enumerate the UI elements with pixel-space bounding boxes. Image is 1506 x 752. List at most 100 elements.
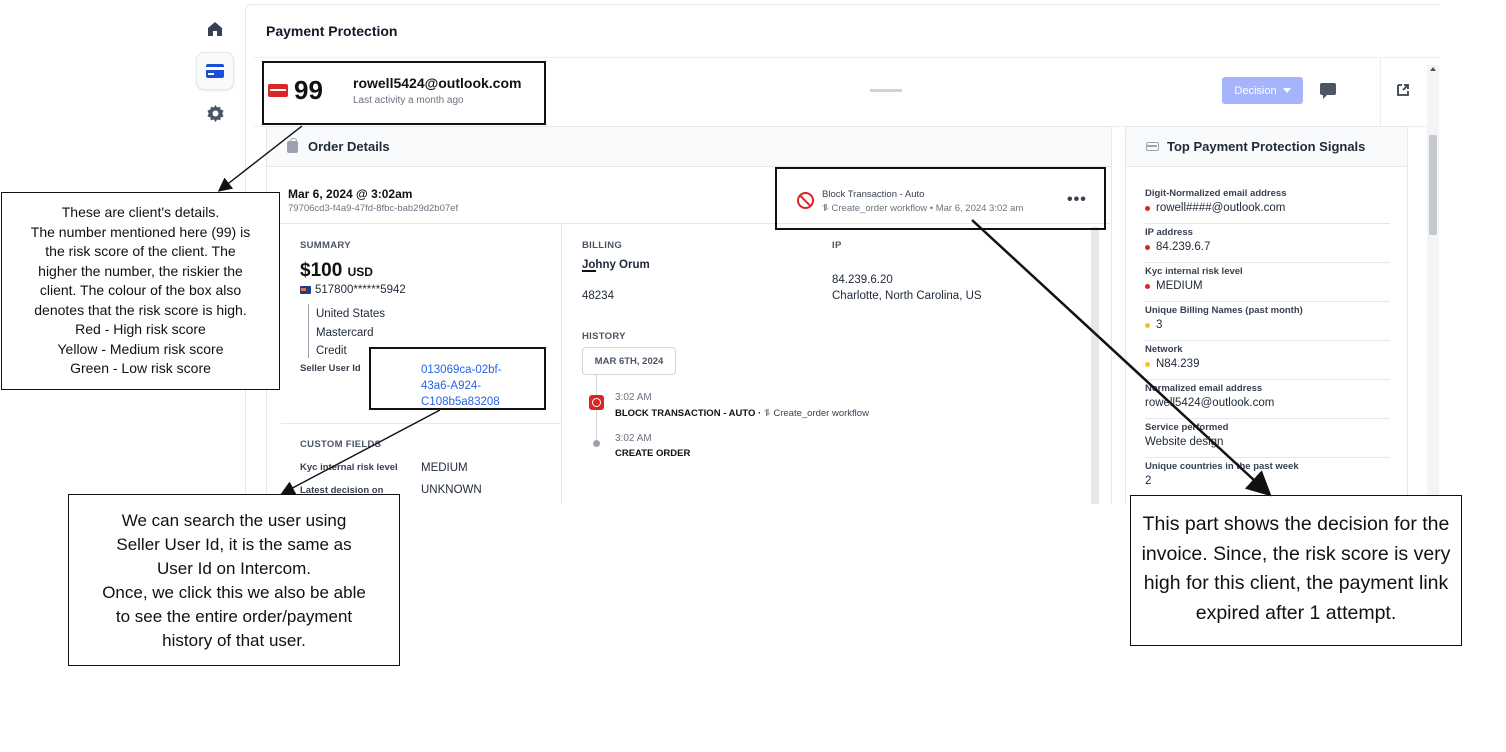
signals-panel: Top Payment Protection Signals Digit-Nor… (1125, 126, 1408, 504)
client-details-note: These are client's details. The number m… (1, 192, 280, 390)
note-line: These are client's details. (61, 204, 220, 220)
risk-dot-icon (1145, 322, 1150, 328)
signal-value-row: N84.239 (1145, 358, 1390, 370)
risk-dot-icon (1145, 361, 1150, 367)
note-line: Green - Low risk score (70, 360, 211, 376)
history-date-chip: MAR 6TH, 2024 (582, 347, 676, 375)
signals-title: Top Payment Protection Signals (1167, 139, 1366, 154)
note-line: history of that user. (162, 631, 306, 650)
card-icon (206, 64, 224, 78)
signal-label: Network (1145, 344, 1183, 355)
signal-row: Normalized email address rowell5424@outlo… (1145, 380, 1390, 419)
billing-zip: 48234 (582, 290, 614, 302)
signal-row: Network N84.239 (1145, 341, 1390, 380)
signal-value-row: Website design (1145, 436, 1390, 448)
note-line: to see the entire order/payment (115, 607, 353, 626)
note-line: higher the number, the riskier the (38, 262, 243, 279)
note-line: Red - High risk score (75, 321, 206, 337)
note-line: expired after 1 attempt. (1195, 601, 1397, 624)
card-type: Credit (316, 345, 347, 357)
history-event: BLOCK TRANSACTION - AUTO · (615, 408, 762, 419)
home-icon (208, 22, 222, 36)
custom-fields-label: CUSTOM FIELDS (300, 439, 382, 450)
order-amount: $100 USD (300, 260, 373, 282)
client-details-highlight (262, 61, 546, 125)
header-divider (870, 89, 902, 92)
ip-label: IP (832, 240, 842, 251)
column-divider (561, 223, 562, 504)
signal-label: Service performed (1145, 422, 1229, 433)
scroll-up-icon[interactable] (1430, 67, 1436, 71)
note-line: client. The colour of the box also (39, 282, 242, 298)
note-line: the risk score of the client. The (45, 243, 236, 259)
signal-value: 2 (1145, 475, 1152, 487)
note-line: The number mentioned here (99) is (30, 223, 251, 240)
signal-value: N84.239 (1156, 358, 1200, 370)
scroll-thumb[interactable] (1429, 135, 1437, 235)
signal-label: Digit-Normalized email address (1145, 188, 1287, 199)
signal-value-row: 2 (1145, 475, 1390, 487)
custom-field-value: UNKNOWN (421, 484, 482, 496)
signal-value: MEDIUM (1156, 280, 1203, 292)
signal-label: Unique countries in the past week (1145, 461, 1299, 472)
note-line: Seller User Id, it is the same as (116, 535, 352, 554)
page-scrollbar[interactable] (1427, 65, 1439, 504)
order-scrollbar[interactable] (1091, 227, 1099, 504)
signal-label: Normalized email address (1145, 383, 1263, 394)
card-details-rule (308, 304, 309, 358)
note-line: denotes that the risk score is high. (34, 301, 247, 318)
history-event: CREATE ORDER (615, 448, 691, 459)
signal-row: Service performed Website design (1145, 419, 1390, 458)
header-separator (1380, 58, 1381, 127)
signal-value: 3 (1156, 319, 1163, 331)
card-brand: Mastercard (316, 327, 374, 339)
card-country: United States (316, 308, 386, 320)
summary-label: SUMMARY (300, 240, 351, 251)
shopping-bag-icon (287, 137, 298, 153)
card-icon (1146, 142, 1159, 151)
history-time: 3:02 AM (615, 433, 652, 444)
left-nav (196, 10, 236, 136)
signal-value: rowell5424@outlook.com (1145, 397, 1275, 409)
seller-id-highlight (369, 347, 546, 410)
note-line: This part shows the decision for the (1142, 513, 1450, 535)
risk-dot-icon (1145, 205, 1150, 211)
order-details-title: Order Details (308, 139, 390, 154)
custom-field-value: MEDIUM (421, 462, 468, 474)
signal-value-row: MEDIUM (1145, 280, 1390, 292)
signal-value-row: 84.239.6.7 (1145, 241, 1390, 253)
gear-icon (206, 104, 224, 122)
signal-value: Website design (1145, 436, 1224, 448)
decision-button[interactable]: Decision (1222, 77, 1303, 104)
order-date: Mar 6, 2024 @ 3:02am (288, 187, 413, 201)
note-line: Yellow - Medium risk score (57, 340, 224, 357)
page-title: Payment Protection (266, 23, 398, 39)
note-line: high for this client, the payment link (1143, 572, 1449, 594)
seller-user-id-label: Seller User Id (300, 363, 361, 374)
payment-nav-button[interactable] (196, 52, 234, 90)
summary-divider (281, 423, 561, 424)
comment-icon[interactable] (1320, 83, 1336, 99)
timeline-line (596, 375, 597, 445)
ip-location: Charlotte, North Carolina, US (832, 290, 982, 302)
amount-value: $100 (300, 260, 343, 281)
chevron-down-icon (1282, 88, 1291, 93)
signal-row: IP address 84.239.6.7 (1145, 224, 1390, 263)
history-event-row: BLOCK TRANSACTION - AUTO · ⥮ Create_orde… (615, 408, 869, 419)
home-nav-button[interactable] (196, 10, 234, 48)
settings-nav-button[interactable] (196, 94, 234, 132)
signal-row: Unique Billing Names (past month) 3 (1145, 302, 1390, 341)
signal-value-row: rowell####@outlook.com (1145, 202, 1390, 214)
ip-address: 84.239.6.20 (832, 274, 893, 286)
signal-value: rowell####@outlook.com (1156, 202, 1286, 214)
note-line: We can search the user using (121, 511, 347, 530)
card-number-row: 517800******5942 (300, 284, 406, 296)
signal-row: Kyc internal risk level MEDIUM (1145, 263, 1390, 302)
mastercard-icon (300, 285, 311, 294)
external-link-icon[interactable] (1396, 83, 1410, 97)
signal-label: IP address (1145, 227, 1193, 238)
decision-note: This part shows the decision for the inv… (1130, 495, 1462, 646)
amount-currency: USD (347, 265, 373, 279)
note-line: User Id on Intercom. (156, 559, 311, 578)
history-detail: Create_order workflow (773, 408, 869, 419)
